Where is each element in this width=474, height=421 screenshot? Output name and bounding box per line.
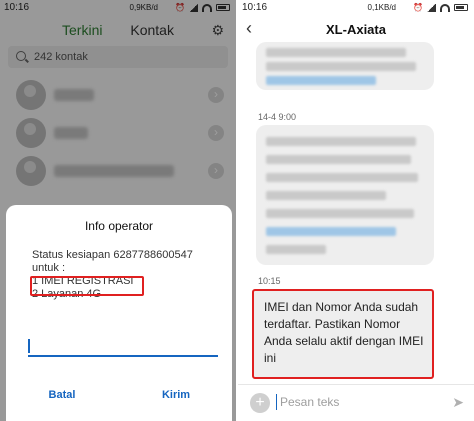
blurred-text-line — [266, 209, 414, 218]
battery-icon — [454, 4, 468, 11]
highlighted-message-bubble[interactable]: IMEI dan Nomor Anda sudah terdaftar. Pas… — [252, 289, 434, 379]
status-icons: ⏰ — [413, 3, 468, 12]
red-highlight-box — [30, 276, 144, 296]
thread-header: ‹ XL-Axiata — [238, 16, 474, 44]
blurred-text-line — [266, 155, 411, 164]
message-timestamp: 14-4 9:00 — [258, 112, 297, 122]
message-input[interactable]: Pesan teks — [276, 394, 339, 410]
dialog-buttons: Batal Kirim — [6, 381, 232, 411]
alarm-icon: ⏰ — [413, 3, 423, 12]
blurred-link-line — [266, 76, 376, 85]
message-bubble[interactable] — [256, 125, 434, 265]
send-button[interactable]: Kirim — [126, 389, 226, 401]
plus-icon[interactable]: + — [250, 393, 270, 413]
cancel-button[interactable]: Batal — [12, 389, 112, 401]
blurred-text-line — [266, 48, 406, 57]
send-icon[interactable]: ➤ — [452, 394, 464, 411]
dialog-line: Status kesiapan 6287788600547 — [32, 249, 193, 261]
blurred-text-line — [266, 191, 386, 200]
blurred-link-line — [266, 227, 396, 236]
sms-thread-screen: 10:16 0,1KB/d ⏰ ‹ XL-Axiata 14-4 9:00 10… — [238, 0, 474, 421]
blurred-text-line — [266, 62, 416, 71]
status-bar: 10:16 0,1KB/d ⏰ — [238, 0, 474, 16]
message-timestamp: 10:15 — [258, 276, 281, 286]
text-caret — [28, 339, 30, 353]
blurred-text-line — [266, 173, 418, 182]
reply-input[interactable] — [28, 335, 218, 357]
blurred-text-line — [266, 245, 326, 254]
dialog-title: Info operator — [84, 219, 154, 233]
signal-icon — [427, 3, 436, 12]
operator-info-dialog: Info operator Status kesiapan 6287788600… — [6, 205, 232, 421]
status-time: 10:16 — [242, 2, 268, 13]
blurred-text-line — [266, 137, 416, 146]
message-bubble[interactable] — [256, 42, 434, 90]
thread-title: XL-Axiata — [326, 22, 386, 37]
wifi-icon — [440, 3, 450, 12]
message-text: IMEI dan Nomor Anda sudah terdaftar. Pas… — [264, 300, 424, 365]
contacts-screen: 10:16 0,9KB/d ⏰ Terkini Kontak ⚙ 242 kon… — [0, 0, 236, 421]
dialog-line: untuk : — [32, 262, 66, 274]
compose-bar: + Pesan teks ➤ — [238, 384, 474, 421]
status-network-speed: 0,1KB/d — [367, 3, 396, 12]
